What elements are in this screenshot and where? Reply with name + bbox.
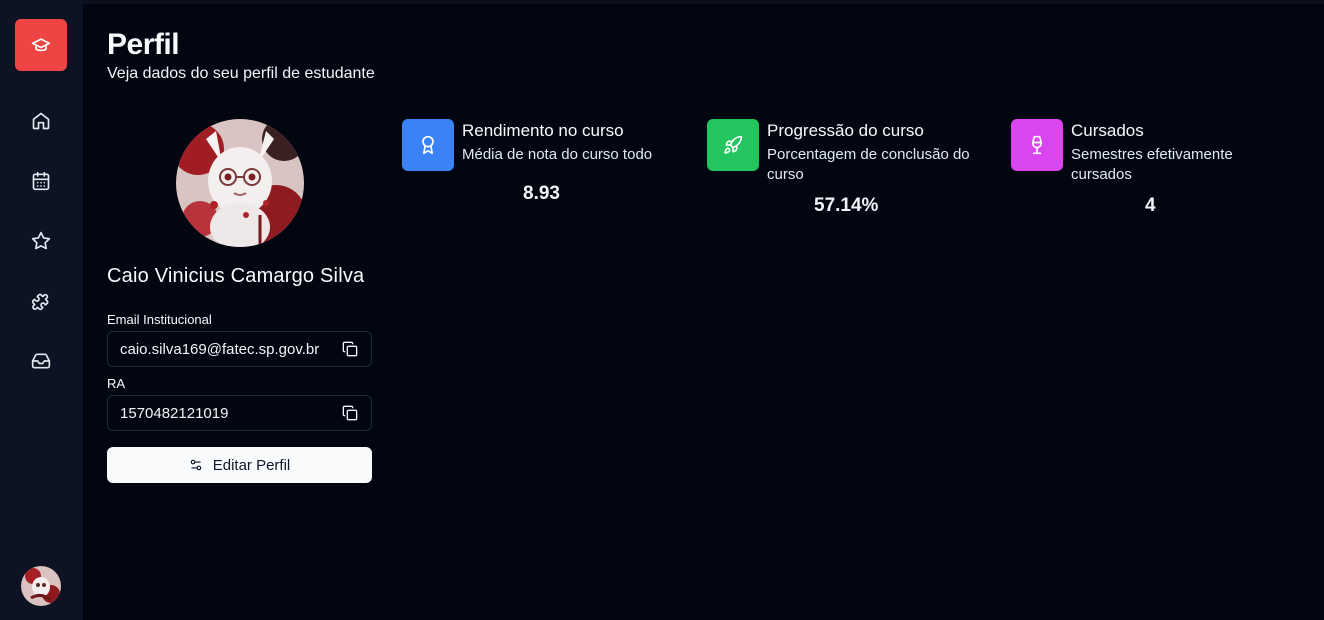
stat-description: Média de nota do curso todo [462, 146, 653, 163]
stat-title: Progressão do curso [767, 121, 924, 140]
edit-profile-button[interactable]: Editar Perfil [107, 447, 372, 483]
stat-description: Porcentagem de conclusão do curso [767, 146, 970, 183]
sidebar-item-extensions[interactable] [21, 281, 61, 321]
settings-sliders-icon [190, 459, 201, 471]
award-icon [422, 135, 434, 155]
stat-card-cursados: Cursados Semestres efetivamente cursados… [1011, 119, 1291, 229]
stat-icon-box [402, 119, 454, 171]
avatar-image [176, 119, 304, 247]
ra-field[interactable]: 1570482121019 [107, 395, 372, 431]
stat-icon-box [1011, 119, 1063, 171]
inbox-icon [31, 353, 51, 369]
top-border [0, 0, 1324, 4]
home-icon [32, 112, 50, 130]
graduation-cap-icon [31, 38, 51, 52]
stat-value: 57.14% [814, 195, 879, 216]
profile-avatar [176, 119, 304, 247]
brand-logo-button[interactable] [15, 19, 67, 71]
email-label: Email Institucional [107, 312, 212, 327]
sidebar-item-home[interactable] [21, 101, 61, 141]
stat-title: Rendimento no curso [462, 121, 624, 140]
stat-value: 8.93 [523, 183, 560, 204]
ra-label: RA [107, 376, 126, 391]
stat-title: Cursados [1071, 121, 1144, 140]
stat-card-progressao: Progressão do curso Porcentagem de concl… [707, 119, 987, 229]
puzzle-icon [31, 293, 49, 311]
sidebar-item-favorites[interactable] [21, 221, 61, 261]
star-icon [31, 231, 51, 250]
calendar-icon [32, 171, 50, 191]
copy-email-button[interactable] [341, 340, 359, 358]
sidebar-item-inbox[interactable] [21, 341, 61, 381]
stat-card-rendimento: Rendimento no curso Média de nota do cur… [402, 119, 682, 229]
stat-value: 4 [1145, 195, 1156, 216]
email-value: caio.silva169@fatec.sp.gov.br [120, 340, 320, 358]
copy-icon [342, 405, 358, 421]
wine-glass-icon [1032, 135, 1042, 155]
user-avatar-button[interactable] [21, 566, 61, 606]
sidebar [0, 0, 83, 620]
stat-description: Semestres efetivamente cursados [1071, 146, 1233, 183]
copy-icon [342, 341, 358, 357]
profile-name: Caio Vinicius Camargo Silva [107, 265, 365, 287]
rocket-icon [724, 135, 743, 154]
email-field[interactable]: caio.silva169@fatec.sp.gov.br [107, 331, 372, 367]
ra-value: 1570482121019 [120, 404, 229, 422]
avatar-image [21, 566, 61, 606]
stat-icon-box [707, 119, 759, 171]
page-subtitle: Veja dados do seu perfil de estudante [107, 65, 375, 82]
page-title: Perfil [107, 28, 180, 61]
sidebar-item-calendar[interactable] [21, 161, 61, 201]
edit-profile-label: Editar Perfil [212, 456, 291, 474]
copy-ra-button[interactable] [341, 404, 359, 422]
